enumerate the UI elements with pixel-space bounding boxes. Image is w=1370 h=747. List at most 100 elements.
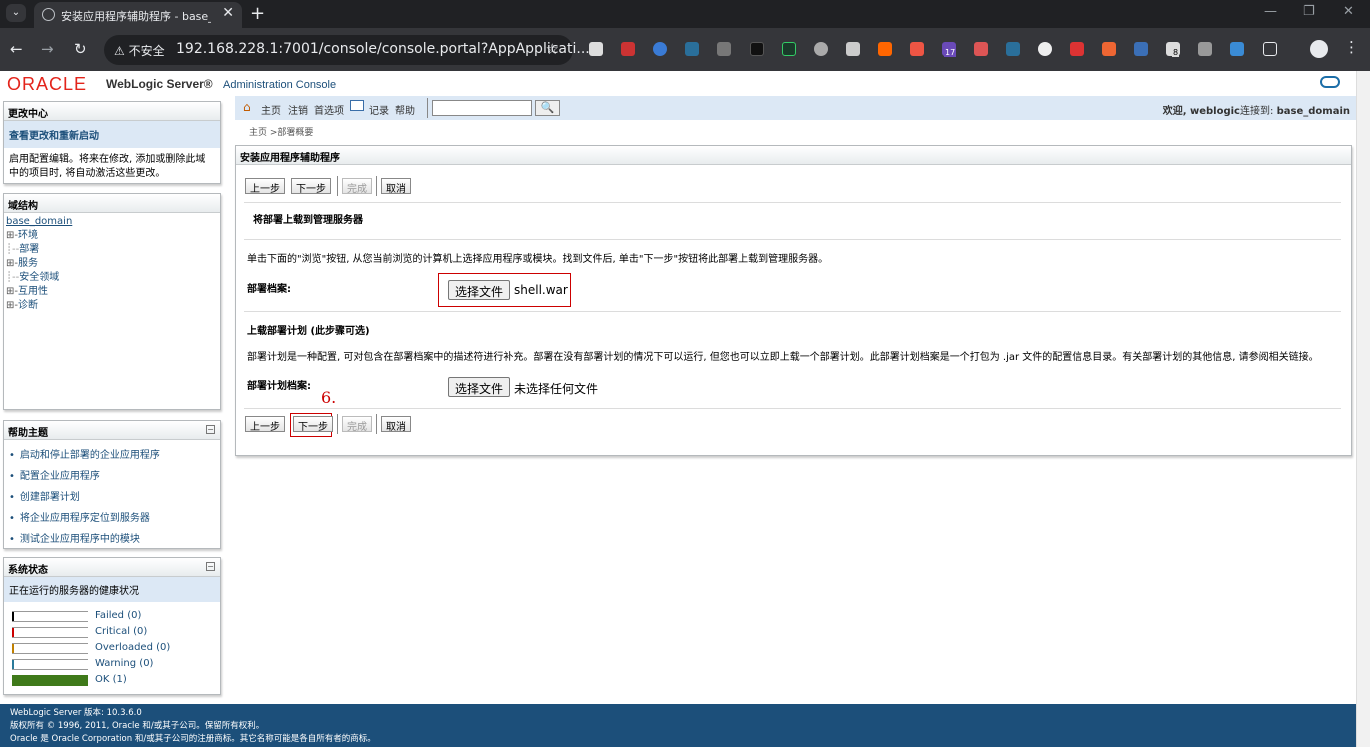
extension-grid-icon[interactable]: 8 [1166,42,1180,57]
back-button[interactable]: 上一步 [245,178,285,195]
extension-cookie-icon[interactable] [1102,42,1116,56]
minimize-icon[interactable]: — [1264,4,1277,19]
help-link[interactable]: 配置企业应用程序 [9,467,215,482]
health-label[interactable]: OK (1) [95,674,127,685]
extension-circle-icon[interactable] [814,42,828,56]
browser-tab[interactable]: 安装应用程序辅助程序 - base_ ✕ [34,2,242,28]
back-button[interactable]: 上一步 [245,416,285,433]
tree-label[interactable]: 部署 [19,244,39,255]
health-label[interactable]: Critical (0) [95,626,147,637]
tree-expander[interactable]: ⊞- [6,286,18,297]
plan-choose-file-button[interactable]: 选择文件 [448,377,511,397]
tree-item-deployments[interactable]: ┊--部署 [6,243,218,257]
health-bar [12,611,88,622]
extension-face-icon[interactable] [1038,42,1052,56]
connected-domain: base_domain [1276,106,1350,117]
extension-badge-icon[interactable]: 17 [942,42,957,57]
window-close-icon[interactable]: ✕ [1343,4,1354,19]
console-name: Administration Console [223,79,337,91]
nav-logout[interactable]: 注销 [288,102,308,117]
nav-record[interactable]: 记录 [369,102,389,117]
next-button[interactable]: 下一步 [291,178,331,195]
extensions-puzzle-icon[interactable] [1263,42,1277,56]
extension-wave-icon[interactable] [1006,42,1020,56]
tree-expander[interactable]: ⊞- [6,300,18,311]
nav-help[interactable]: 帮助 [395,102,415,117]
cancel-button[interactable]: 取消 [381,178,411,195]
tree-item-services[interactable]: ⊞-服务 [6,257,218,271]
security-indicator[interactable]: ⚠ 不安全 [114,42,165,59]
archive-choose-file-button[interactable]: 选择文件 [448,280,511,300]
url-text[interactable]: 192.168.228.1:7001/console/console.porta… [176,41,590,57]
finish-button[interactable]: 完成 [342,178,372,195]
tree-expander[interactable]: ⊞- [6,258,18,269]
divider [244,408,1341,409]
collapse-icon[interactable]: − [206,425,215,434]
tree-item-environment[interactable]: ⊞-环境 [6,229,218,243]
oracle-logo: ORACLE [7,74,88,94]
extension-flask-icon[interactable] [589,42,603,56]
restore-icon[interactable]: ❐ [1303,4,1315,19]
bookmark-star-icon[interactable]: ☆ [546,40,559,58]
health-label[interactable]: Failed (0) [95,610,141,621]
nav-home[interactable]: 主页 [261,102,281,117]
new-tab-button[interactable]: + [250,3,265,24]
view-changes-link[interactable]: 查看更改和重新启动 [4,121,220,148]
extension-u-icon[interactable] [878,42,892,56]
address-bar[interactable]: ⚠ 不安全 192.168.228.1:7001/console/console… [104,35,590,65]
help-link[interactable]: 将企业应用程序定位到服务器 [9,509,215,524]
tree-label[interactable]: 诊断 [18,300,38,311]
domain-structure-panel: 域结构 base_domain ⊞-环境 ┊--部署 ⊞-服务 ┊--安全领域 … [3,193,221,410]
extension-shield-icon[interactable] [974,42,988,56]
extension-cube-icon[interactable] [1230,42,1244,56]
plan-description: 部署计划是一种配置, 可对包含在部署档案中的描述符进行补充。部署在没有部署计划的… [247,352,1319,363]
tree-label[interactable]: 环境 [18,230,38,241]
tree-label[interactable]: 互用性 [18,286,48,297]
archive-label: 部署档案: [247,284,291,295]
breadcrumb-home[interactable]: 主页 [249,128,267,138]
page-scrollbar[interactable] [1356,71,1370,747]
extension-x-icon[interactable] [621,42,635,56]
tree-expander[interactable]: ⊞- [6,230,18,241]
cancel-button[interactable]: 取消 [381,416,411,433]
health-label[interactable]: Overloaded (0) [95,642,170,653]
search-icon[interactable]: 🔍 [535,100,560,116]
tab-close-icon[interactable]: ✕ [222,5,234,21]
help-link[interactable]: 创建部署计划 [9,488,215,503]
extension-puzzle-icon[interactable] [846,42,860,56]
extension-cloud-icon[interactable] [685,42,699,56]
forward-icon[interactable]: → [41,40,54,58]
record-icon[interactable] [350,100,364,111]
reload-icon[interactable]: ↻ [74,40,87,58]
tree-item-interoperability[interactable]: ⊞-互用性 [6,285,218,299]
extension-gear-icon[interactable] [1070,42,1084,56]
help-link[interactable]: 测试企业应用程序中的模块 [9,530,215,545]
tree-label[interactable]: 安全领域 [19,272,59,283]
breadcrumb-current[interactable]: 部署概要 [277,128,313,138]
next-button[interactable]: 下一步 [293,416,333,433]
extension-pin-icon[interactable] [653,42,667,56]
browser-menu-icon[interactable]: ⋮ [1344,38,1359,56]
system-status-panel: 系统状态 − 正在运行的服务器的健康状况 Failed (0) Critical… [3,557,221,695]
tree-root-base-domain[interactable]: base_domain [6,216,72,227]
tree-item-diagnostics[interactable]: ⊞-诊断 [6,299,218,313]
extension-percent-icon[interactable] [910,42,924,56]
extension-hat-icon[interactable] [717,42,731,56]
extension-n-icon[interactable] [750,42,764,56]
help-link[interactable]: 启动和停止部署的企业应用程序 [9,446,215,461]
tree-label[interactable]: 服务 [18,258,38,269]
extension-arrow-icon[interactable] [1198,42,1212,56]
profile-avatar[interactable] [1310,40,1328,58]
tree-item-security-realms[interactable]: ┊--安全领域 [6,271,218,285]
extension-square-icon[interactable] [782,42,796,56]
search-input[interactable] [432,100,532,116]
tab-search-button[interactable]: ⌄ [6,4,26,22]
extension-flag-icon[interactable] [1134,42,1148,56]
health-label[interactable]: Warning (0) [95,658,153,669]
divider [244,239,1341,240]
nav-preferences[interactable]: 首选项 [314,102,344,117]
finish-button[interactable]: 完成 [342,416,372,433]
home-icon[interactable]: ⌂ [243,100,251,114]
back-icon[interactable]: ← [10,40,23,58]
collapse-icon[interactable]: − [206,562,215,571]
